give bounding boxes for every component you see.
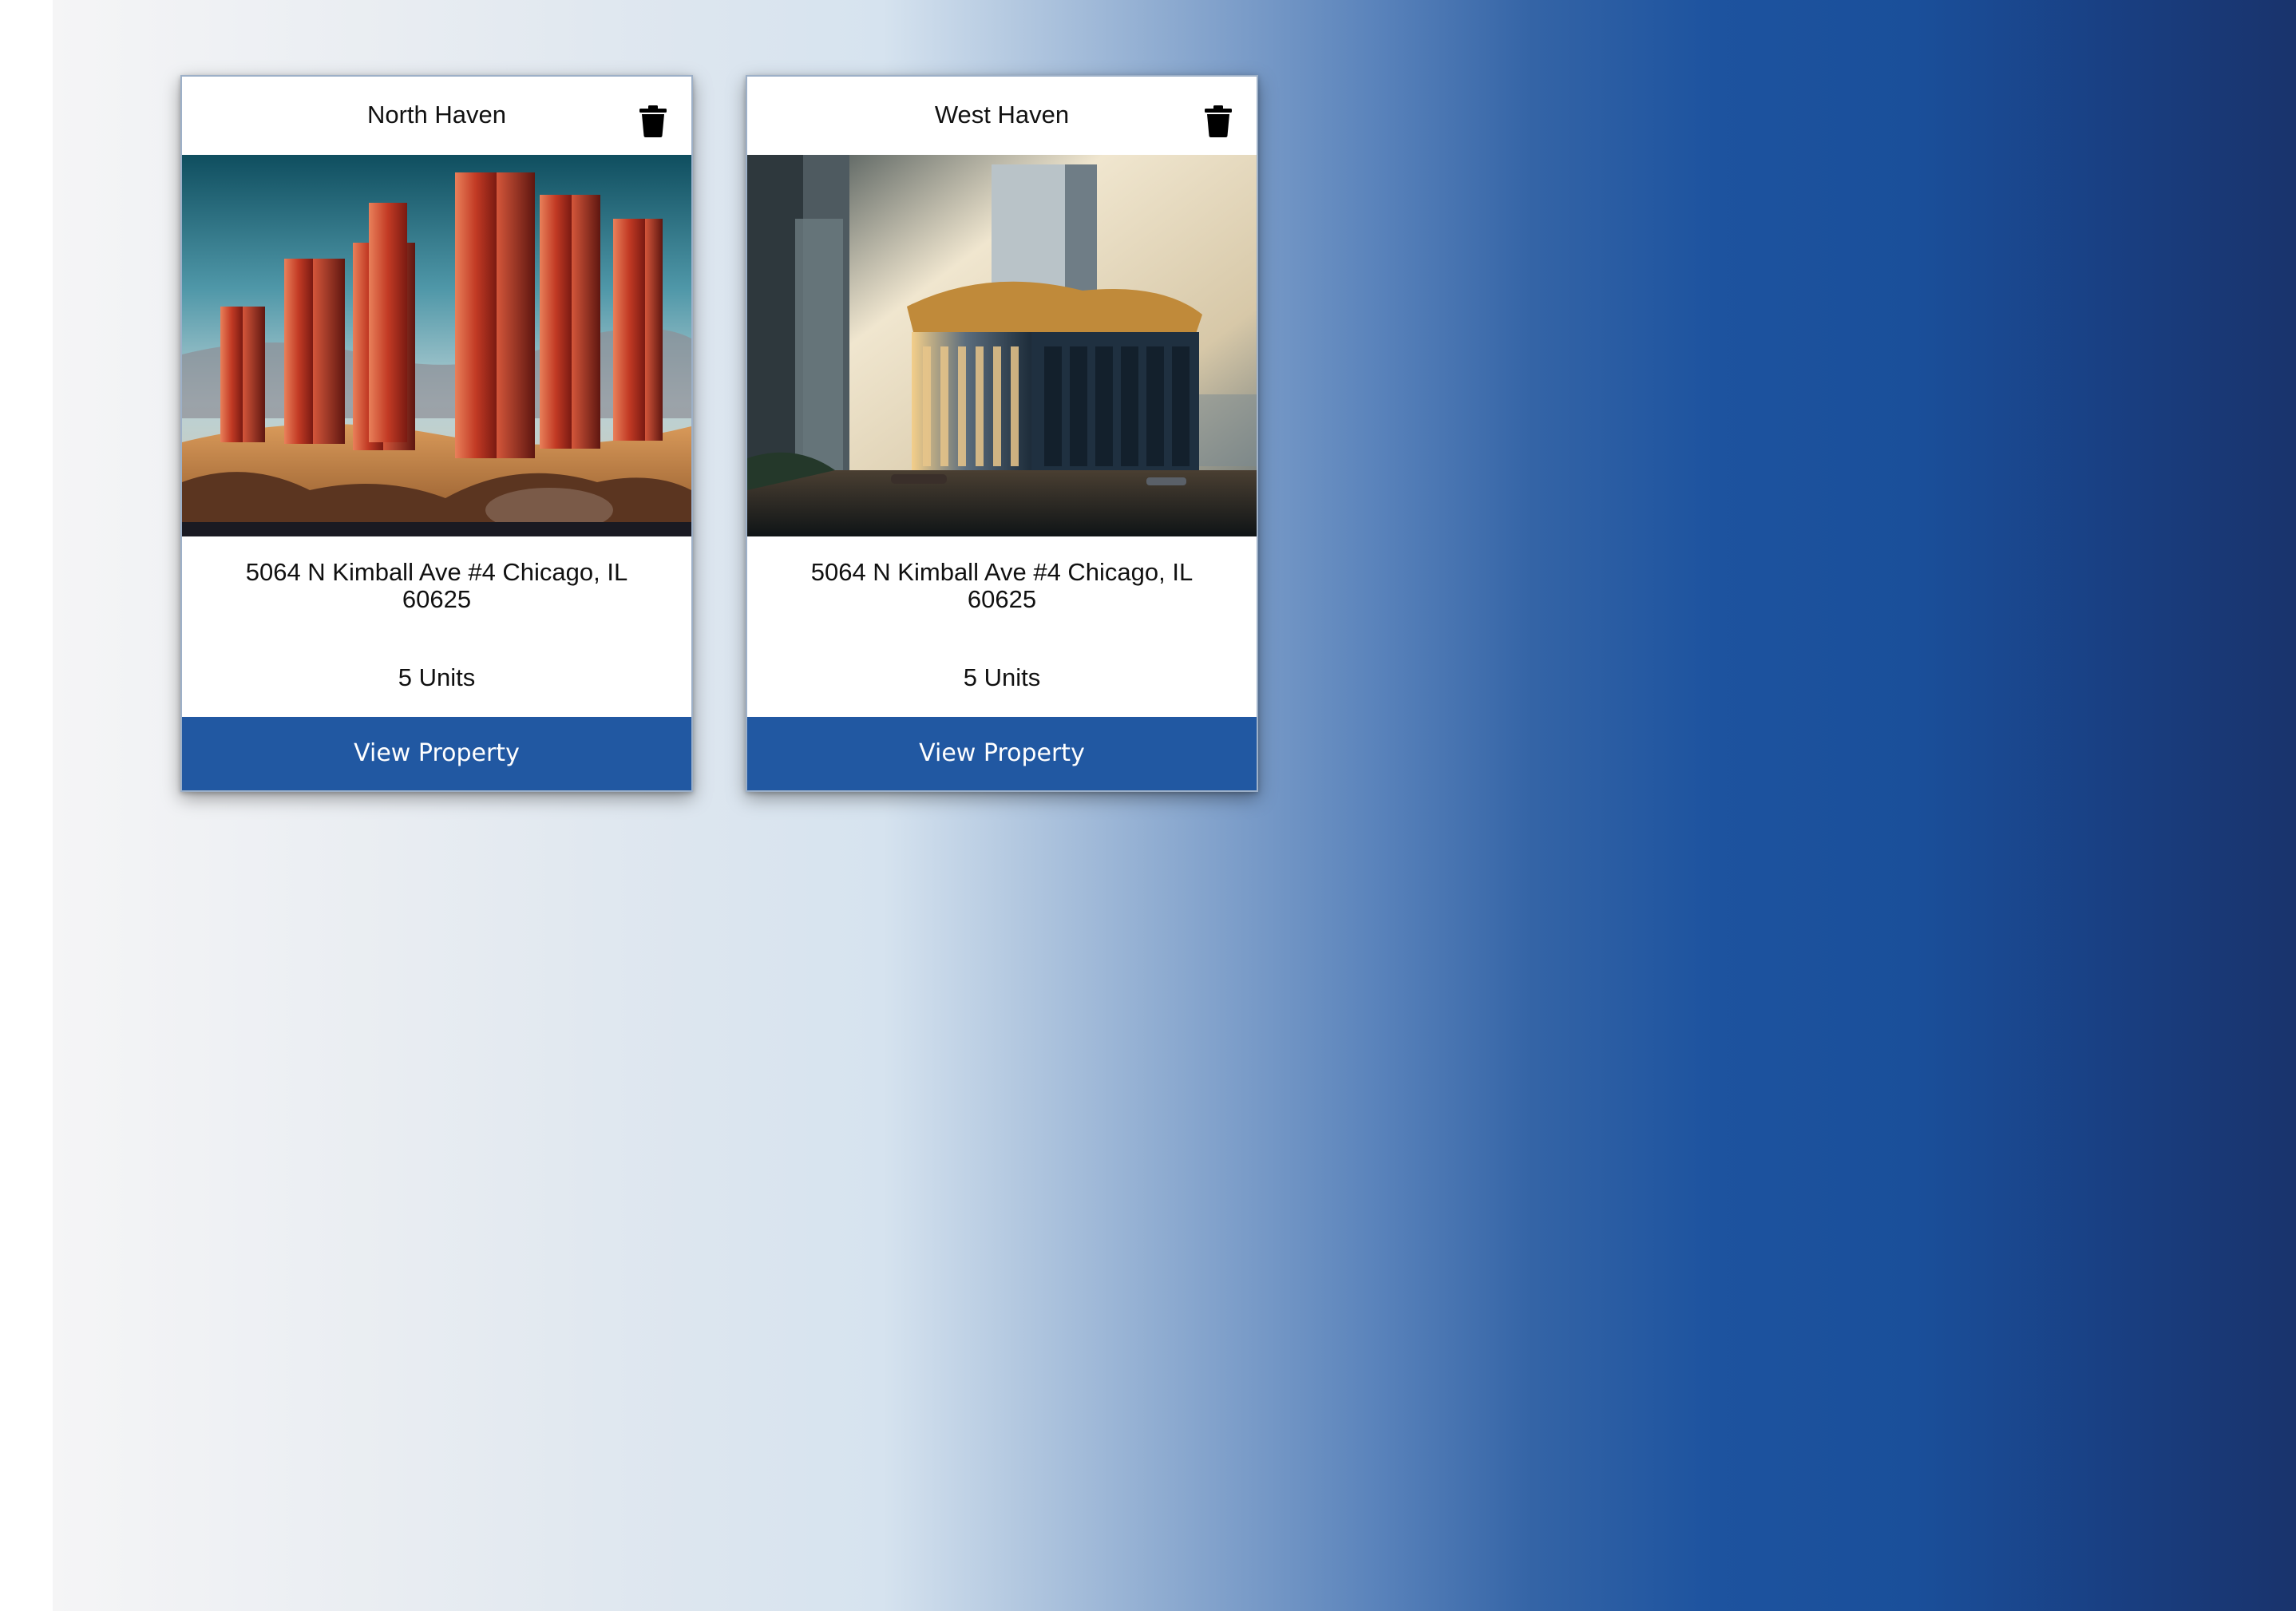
card-header: West Haven: [747, 77, 1257, 155]
property-address: 5064 N Kimball Ave #4 Chicago, IL 60625: [810, 558, 1194, 613]
property-address: 5064 N Kimball Ave #4 Chicago, IL 60625: [245, 558, 628, 613]
view-property-button[interactable]: View Property: [182, 717, 691, 790]
property-units: 5 Units: [398, 663, 476, 691]
trash-icon[interactable]: [639, 105, 667, 137]
property-card-west-haven: West Haven 5064 N Kimball Ave #4 Chicago…: [746, 75, 1258, 792]
property-image: [747, 155, 1257, 536]
view-property-button[interactable]: View Property: [747, 717, 1257, 790]
property-name: West Haven: [934, 101, 1070, 129]
trash-icon[interactable]: [1204, 105, 1233, 137]
property-units: 5 Units: [963, 663, 1041, 691]
card-header: North Haven: [182, 77, 691, 155]
property-card-north-haven: North Haven 5064 N Kimball Ave #4 Chicag…: [180, 75, 693, 792]
property-image: [182, 155, 691, 536]
property-name: North Haven: [366, 101, 507, 129]
